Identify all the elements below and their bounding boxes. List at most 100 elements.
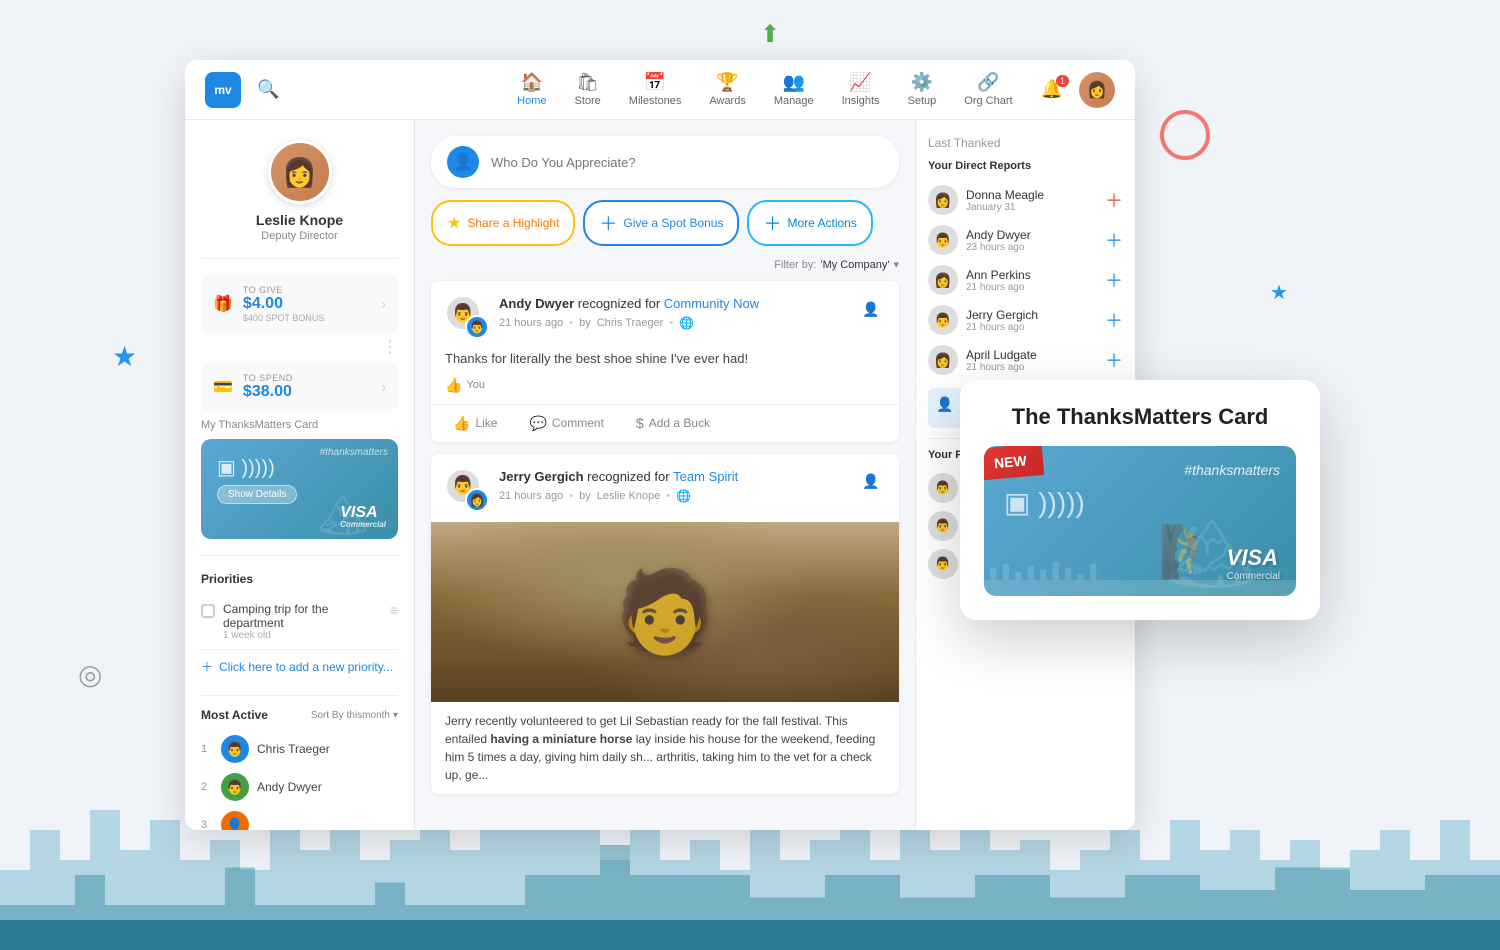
nav-logo[interactable]: mv <box>205 72 241 108</box>
report-item-5: 👩 April Ludgate 21 hours ago ＋ <box>928 340 1123 380</box>
report-name-5: April Ludgate <box>966 348 1097 362</box>
search-icon[interactable]: 🔍 <box>257 79 279 100</box>
person-image: 🧑 <box>615 565 715 659</box>
show-details-button[interactable]: Show Details <box>217 485 297 504</box>
compose-input[interactable] <box>491 155 883 170</box>
nav-item-manage[interactable]: 👥 Manage <box>774 72 814 107</box>
active-name-1: Chris Traeger <box>257 742 330 756</box>
nav-item-insights[interactable]: 📈 Insights <box>842 72 880 107</box>
nav-item-awards[interactable]: 🏆 Awards <box>709 72 745 107</box>
report-item-2: 👨 Andy Dwyer 23 hours ago ＋ <box>928 220 1123 260</box>
post-person-icon-2[interactable]: 👤 <box>857 468 885 496</box>
card-popup-visual: NEW #thanksmatters ▣ ))))) VISA Commerci… <box>984 446 1296 596</box>
most-active-title: Most Active <box>201 708 268 722</box>
priorities-title: Priorities <box>201 572 398 586</box>
thumbs-up-icon: 👍 <box>445 377 462 394</box>
post-meta-2: 21 hours ago • by Leslie Knope • 🌐 <box>499 489 847 503</box>
comment-button-1[interactable]: 💬 Comment <box>521 411 611 436</box>
add-recognition-3[interactable]: ＋ <box>1105 267 1123 293</box>
more-actions-button[interactable]: ＋ More Actions <box>747 200 872 246</box>
to-give-card[interactable]: 🎁 TO GIVE $4.00 $400 SPOT BONUS › <box>201 275 398 333</box>
star-deco-2: ★ <box>112 340 137 373</box>
report-avatar-4: 👨 <box>928 305 958 335</box>
post-body-1: Thanks for literally the best shoe shine… <box>431 349 899 404</box>
filter-value: 'My Company' <box>820 259 889 271</box>
add-priority-button[interactable]: ＋ Click here to add a new priority... <box>201 650 398 683</box>
chevron-down-icon: ▾ <box>393 710 398 721</box>
spot-bonus-button[interactable]: ＋ Give a Spot Bonus <box>583 200 739 246</box>
report-name-3: Ann Perkins <box>966 268 1097 282</box>
active-name-2: Andy Dwyer <box>257 780 322 794</box>
give-menu-icon[interactable]: ⋮ <box>382 337 398 357</box>
notification-bell[interactable]: 🔔 1 <box>1041 79 1063 100</box>
direct-reports-label: Your Direct Reports <box>928 160 1123 172</box>
plus-icon-bonus: ＋ <box>599 210 617 236</box>
post-image-2: 🧑 <box>431 522 899 702</box>
manage-icon: 👥 <box>783 72 805 93</box>
note-icon: 👤 <box>936 396 953 413</box>
globe-icon-2: 🌐 <box>676 489 691 503</box>
report-avatar-5: 👩 <box>928 345 958 375</box>
priority-checkbox[interactable] <box>201 604 215 618</box>
report-date-4: 21 hours ago <box>966 322 1097 333</box>
priority-menu-icon[interactable]: ≡ <box>390 602 398 618</box>
spend-icon: 💳 <box>213 377 233 397</box>
priority-age: 1 week old <box>223 630 382 641</box>
post-card-1: 👨 👨 Andy Dwyer recognized for Community … <box>431 281 899 442</box>
nav-items: 🏠 Home 🛍 Store 📅 Milestones 🏆 Awards 👥 M… <box>517 72 1012 107</box>
navbar: mv 🔍 🏠 Home 🛍 Store 📅 Milestones 🏆 Award… <box>185 60 1135 120</box>
add-recognition-2[interactable]: ＋ <box>1105 227 1123 253</box>
to-spend-card[interactable]: 💳 TO SPEND $38.00 › <box>201 363 398 411</box>
sort-by-control[interactable]: Sort By thismonth ▾ <box>311 710 398 721</box>
give-arrow: › <box>381 296 386 312</box>
nav-item-setup[interactable]: ⚙️ Setup <box>908 72 937 107</box>
profile-title: Deputy Director <box>261 230 337 242</box>
like-button-1[interactable]: 👍 Like <box>445 411 505 436</box>
report-item-1: 👩 Donna Meagle January 31 ＋ <box>928 180 1123 220</box>
add-recognition-5[interactable]: ＋ <box>1105 347 1123 373</box>
post-card-2: 👨 👩 Jerry Gergich recognized for Team Sp… <box>431 454 899 794</box>
user-avatar-nav[interactable]: 👩 <box>1079 72 1115 108</box>
peer-avatar-2: 👨 <box>928 511 958 541</box>
star-deco-1: ★ <box>1270 280 1288 305</box>
awards-icon: 🏆 <box>716 72 738 93</box>
post-avatar-sub-2: 👩 <box>465 488 489 512</box>
post-avatars-2: 👨 👩 <box>445 468 489 512</box>
filter-chevron-icon[interactable]: ▾ <box>893 258 899 271</box>
highlight-button[interactable]: ★ Share a Highlight <box>431 200 575 246</box>
card-chip-icon: ▣ ))))) <box>217 455 382 480</box>
active-item-2: 2 👨 Andy Dwyer <box>201 768 398 806</box>
nav-item-store[interactable]: 🛍 Store <box>574 72 600 107</box>
spend-arrow: › <box>381 379 386 395</box>
profile-avatar[interactable]: 👩 <box>268 140 332 204</box>
report-name-1: Donna Meagle <box>966 188 1097 202</box>
card-popup: The ThanksMatters Card NEW #thanksmatter… <box>960 380 1320 620</box>
active-avatar-1: 👨 <box>221 735 249 763</box>
report-avatar-1: 👩 <box>928 185 958 215</box>
report-date-3: 21 hours ago <box>966 282 1097 293</box>
report-avatar-3: 👩 <box>928 265 958 295</box>
active-avatar-3: 👤 <box>221 811 249 830</box>
last-thanked-label: Last Thanked <box>928 136 1123 150</box>
filter-bar: Filter by: 'My Company' ▾ <box>431 258 899 271</box>
nav-item-milestones[interactable]: 📅 Milestones <box>629 72 682 107</box>
nav-item-home[interactable]: 🏠 Home <box>517 72 546 107</box>
report-item-3: 👩 Ann Perkins 21 hours ago ＋ <box>928 260 1123 300</box>
most-active-section: Most Active Sort By thismonth ▾ 1 👨 Chri… <box>201 695 398 830</box>
report-date-2: 23 hours ago <box>966 242 1097 253</box>
post-person-icon-1[interactable]: 👤 <box>857 295 885 323</box>
add-priority-icon: ＋ <box>201 658 213 675</box>
post-text-1: Thanks for literally the best shoe shine… <box>445 349 885 369</box>
home-icon: 🏠 <box>521 72 543 93</box>
profile-section: 👩 Leslie Knope Deputy Director <box>201 140 398 259</box>
add-recognition-4[interactable]: ＋ <box>1105 307 1123 333</box>
add-recognition-1[interactable]: ＋ <box>1105 187 1123 213</box>
card-section: My ThanksMatters Card #thanksmatters ▣ )… <box>201 419 398 539</box>
add-buck-button-1[interactable]: $ Add a Buck <box>628 411 718 436</box>
store-icon: 🛍 <box>576 72 599 93</box>
post-actions-bar-1: 👍 Like 💬 Comment $ Add a Buck <box>431 404 899 442</box>
give-icon: 🎁 <box>213 294 233 314</box>
nav-right: 🔔 1 👩 <box>1041 72 1115 108</box>
nav-item-orgchart[interactable]: 🔗 Org Chart <box>964 72 1012 107</box>
visa-card: #thanksmatters ▣ ))))) Show Details VISA… <box>201 439 398 539</box>
